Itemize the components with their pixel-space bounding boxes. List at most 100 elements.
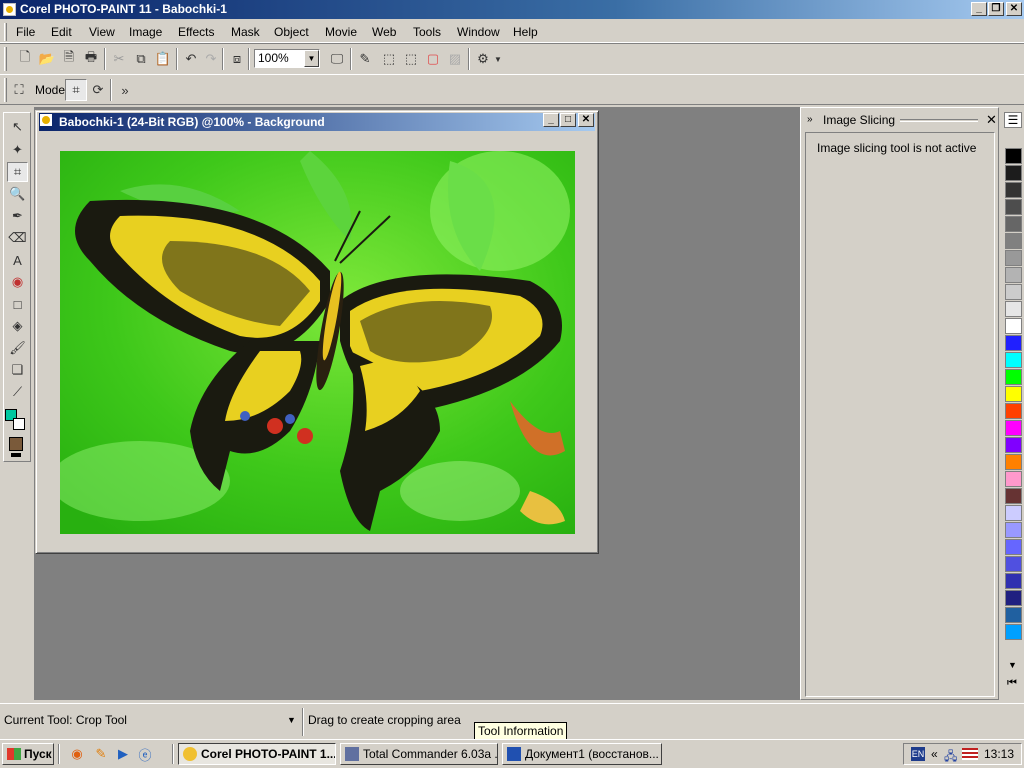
palette-swatch[interactable]	[1005, 403, 1022, 419]
doc-minimize-button[interactable]: _	[543, 113, 559, 127]
task-word-document[interactable]: Документ1 (восстанов...	[502, 743, 662, 765]
menu-window[interactable]: Window	[457, 25, 500, 39]
menu-web[interactable]: Web	[372, 25, 396, 39]
palette-swatch[interactable]	[1005, 386, 1022, 402]
fill-tool-icon[interactable]: ◈	[7, 316, 28, 336]
palette-swatch[interactable]	[1005, 301, 1022, 317]
palette-swatch[interactable]	[1005, 165, 1022, 181]
menubar-grip[interactable]	[4, 23, 7, 41]
application-launcher-icon[interactable]: ⚙	[472, 48, 494, 70]
palette-options-icon[interactable]: ☰	[1004, 112, 1022, 128]
menu-view[interactable]: View	[89, 25, 115, 39]
palette-swatch[interactable]	[1005, 148, 1022, 164]
launcher-dropdown-icon[interactable]: ▼	[492, 48, 504, 70]
ie-icon[interactable]: ⓔ	[136, 745, 154, 763]
open-icon[interactable]: 📂	[36, 48, 58, 70]
palette-swatch[interactable]	[1005, 471, 1022, 487]
menu-object[interactable]: Object	[274, 25, 309, 39]
restore-button[interactable]: ❐	[988, 2, 1004, 16]
firefox-icon[interactable]: ◉	[68, 745, 86, 763]
palette-swatch[interactable]	[1005, 505, 1022, 521]
media-player-icon[interactable]: ▶	[114, 745, 132, 763]
app-icon[interactable]	[3, 3, 16, 16]
menu-edit[interactable]: Edit	[51, 25, 72, 39]
redo-icon[interactable]: ↷	[200, 48, 222, 70]
mask-tool-icon[interactable]: ✦	[7, 140, 28, 160]
zoom-combo[interactable]: 100% ▼	[254, 49, 320, 68]
rotate-icon[interactable]: ⟳	[87, 79, 109, 101]
cut-icon[interactable]: ✂	[108, 48, 130, 70]
menu-effects[interactable]: Effects	[178, 25, 214, 39]
docker-header[interactable]: » Image Slicing ✕	[805, 111, 997, 129]
palette-swatch[interactable]	[1005, 556, 1022, 572]
document-window[interactable]: Babochki-1 (24-Bit RGB) @100% - Backgrou…	[35, 110, 599, 554]
palette-swatch[interactable]	[1005, 624, 1022, 640]
crop-mode-icon[interactable]: ⌗	[65, 79, 87, 101]
docker-collapse-icon[interactable]: »	[807, 111, 813, 129]
menu-file[interactable]: File	[16, 25, 35, 39]
document-title-bar[interactable]: Babochki-1 (24-Bit RGB) @100% - Backgrou…	[39, 113, 595, 131]
palette-swatch[interactable]	[1005, 539, 1022, 555]
palette-swatch[interactable]	[1005, 182, 1022, 198]
save-icon[interactable]: 🗎	[58, 48, 80, 70]
palette-swatch[interactable]	[1005, 284, 1022, 300]
palette-scroll-down-icon[interactable]: ▼	[1008, 660, 1017, 670]
image-canvas[interactable]	[60, 151, 575, 534]
menu-image[interactable]: Image	[129, 25, 162, 39]
palette-swatch[interactable]	[1005, 522, 1022, 538]
doc-maximize-button[interactable]: □	[560, 113, 576, 127]
minimize-button[interactable]: _	[971, 2, 987, 16]
image-sprayer-icon[interactable]: ⟋	[7, 382, 28, 402]
network-icon[interactable]: 🖧	[944, 747, 957, 768]
palette-swatch[interactable]	[1005, 420, 1022, 436]
paint-tool-icon[interactable]: 🖌	[7, 338, 28, 358]
status-dropdown-icon[interactable]: ▼	[287, 715, 296, 725]
mask-brush-icon[interactable]: ✎	[354, 48, 376, 70]
start-button[interactable]: Пуск	[2, 743, 54, 765]
eraser-tool-icon[interactable]: ⌫	[7, 228, 28, 248]
task-corel[interactable]: Corel PHOTO-PAINT 1...	[178, 743, 336, 765]
palette-swatch[interactable]	[1005, 454, 1022, 470]
close-button[interactable]: ✕	[1006, 2, 1022, 16]
docker-close-icon[interactable]: ✕	[986, 111, 997, 129]
mask-marquee-icon[interactable]: ⬚	[378, 48, 400, 70]
background-color-swatch[interactable]	[13, 418, 25, 430]
mask-disabled-icon[interactable]: ▨	[444, 48, 466, 70]
property-bar-grip[interactable]	[4, 78, 7, 102]
zoom-tool-icon[interactable]: 🔍	[7, 184, 28, 204]
palette-swatch[interactable]	[1005, 233, 1022, 249]
menu-tools[interactable]: Tools	[413, 25, 441, 39]
task-total-commander[interactable]: Total Commander 6.03a ...	[340, 743, 498, 765]
menu-mask[interactable]: Mask	[231, 25, 260, 39]
effect-tool-icon[interactable]: ❏	[7, 360, 28, 380]
toolbar-grip[interactable]	[4, 47, 7, 71]
language-indicator[interactable]: EN	[911, 747, 925, 761]
us-flag-icon[interactable]	[962, 748, 978, 760]
menu-movie[interactable]: Movie	[325, 25, 357, 39]
full-screen-preview-icon[interactable]: 🖵	[326, 48, 348, 70]
clock[interactable]: 13:13	[984, 747, 1014, 761]
palette-swatch[interactable]	[1005, 199, 1022, 215]
palette-swatch[interactable]	[1005, 488, 1022, 504]
palette-swatch[interactable]	[1005, 369, 1022, 385]
zoom-dropdown-arrow-icon[interactable]: ▼	[304, 50, 319, 67]
quicklaunch-tool-icon[interactable]: ✎	[92, 745, 110, 763]
undo-icon[interactable]: ↶	[180, 48, 202, 70]
doc-close-button[interactable]: ✕	[578, 113, 594, 127]
palette-swatch[interactable]	[1005, 573, 1022, 589]
palette-swatch[interactable]	[1005, 318, 1022, 334]
copy-icon[interactable]: ⧉	[130, 48, 152, 70]
new-icon[interactable]: 🗋	[14, 48, 36, 70]
crop-help-icon[interactable]: ⛶	[8, 79, 30, 101]
palette-swatch[interactable]	[1005, 352, 1022, 368]
palette-last-icon[interactable]: ⏮	[1007, 677, 1017, 690]
palette-swatch[interactable]	[1005, 250, 1022, 266]
double-arrow-icon[interactable]: »	[114, 79, 136, 101]
paper-color-swatch[interactable]	[9, 437, 23, 451]
red-eye-tool-icon[interactable]: ◉	[7, 272, 28, 292]
import-icon[interactable]: ⧈	[226, 48, 248, 70]
print-icon[interactable]: 🖶	[80, 48, 102, 70]
palette-swatch[interactable]	[1005, 267, 1022, 283]
palette-swatch[interactable]	[1005, 216, 1022, 232]
mask-red-icon[interactable]: ▢	[422, 48, 444, 70]
